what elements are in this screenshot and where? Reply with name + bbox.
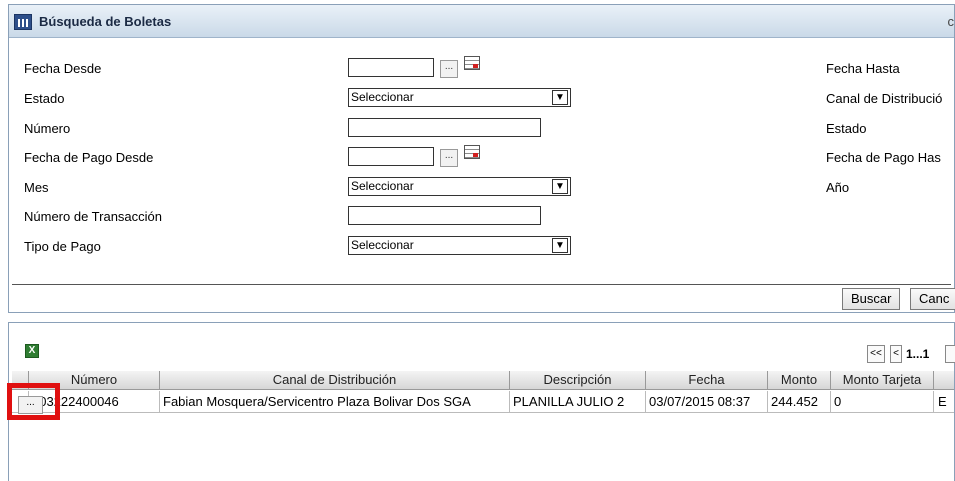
highlight-box — [7, 383, 60, 420]
label-canal-distribucion: Canal de Distribució — [826, 91, 943, 106]
chevron-down-icon[interactable]: ▼ — [552, 90, 568, 105]
label-tipo-pago: Tipo de Pago — [24, 239, 101, 254]
results-panel: X << < 1...1 Número Canal de Distribució… — [8, 322, 955, 481]
label-fecha-desde: Fecha Desde — [24, 61, 102, 76]
numero-input[interactable] — [348, 118, 541, 137]
next-page-button[interactable] — [945, 345, 955, 363]
buscar-button[interactable]: Buscar — [842, 288, 901, 310]
column-header-monto-tarjeta[interactable]: Monto Tarjeta — [831, 371, 934, 390]
panel-titlebar: Búsqueda de Boletas c — [9, 5, 954, 38]
label-estado: Estado — [24, 91, 65, 106]
mes-select[interactable]: Seleccionar ▼ — [348, 177, 571, 196]
chevron-down-icon[interactable]: ▼ — [552, 179, 568, 194]
label-fecha-pago-desde: Fecha de Pago Desde — [24, 150, 154, 165]
page-indicator: 1...1 — [906, 347, 930, 361]
label-estado-right: Estado — [826, 121, 867, 136]
label-fecha-pago-hasta: Fecha de Pago Has — [826, 150, 941, 165]
label-fecha-hasta: Fecha Hasta — [826, 61, 900, 76]
table-cell-fecha: 03/07/2015 08:37 — [646, 391, 768, 413]
label-numero: Número — [24, 121, 71, 136]
tipo-pago-select-value: Seleccionar — [351, 238, 414, 252]
label-numero-transaccion: Número de Transacción — [24, 209, 163, 224]
mes-select-value: Seleccionar — [351, 179, 414, 193]
table-cell-monto-tarjeta: 0 — [831, 391, 934, 413]
prev-page-button[interactable]: < — [890, 345, 902, 363]
table-cell-monto: 244.452 — [768, 391, 831, 413]
column-header-canal[interactable]: Canal de Distribución — [160, 371, 510, 390]
estado-select[interactable]: Seleccionar ▼ — [348, 88, 571, 107]
label-mes: Mes — [24, 180, 49, 195]
cancelar-button[interactable]: Canc — [910, 288, 955, 310]
numero-transaccion-input[interactable] — [348, 206, 541, 225]
table-cell-descripcion: PLANILLA JULIO 2 — [510, 391, 646, 413]
fecha-pago-desde-calendar-icon[interactable] — [464, 145, 480, 159]
table-cell-canal: Fabian Mosquera/Servicentro Plaza Boliva… — [160, 391, 510, 413]
column-header-descripcion[interactable]: Descripción — [510, 371, 646, 390]
column-header-fecha[interactable]: Fecha — [646, 371, 768, 390]
tipo-pago-select[interactable]: Seleccionar ▼ — [348, 236, 571, 255]
excel-export-icon[interactable]: X — [25, 344, 39, 358]
fecha-desde-calendar-icon[interactable] — [464, 56, 480, 70]
table-cell-extra: E — [934, 391, 954, 413]
column-header-monto[interactable]: Monto — [768, 371, 831, 390]
column-header-extra[interactable] — [934, 371, 954, 390]
panel-title: Búsqueda de Boletas — [39, 14, 172, 29]
label-anio: Año — [826, 180, 850, 195]
form-divider — [12, 284, 951, 285]
first-page-button[interactable]: << — [867, 345, 885, 363]
fecha-pago-desde-input[interactable] — [348, 147, 434, 166]
panel-title-right: c — [947, 14, 955, 29]
bank-icon — [14, 14, 32, 30]
fecha-desde-dots-button[interactable]: ... — [440, 60, 458, 78]
fecha-pago-desde-dots-button[interactable]: ... — [440, 149, 458, 167]
fecha-desde-input[interactable] — [348, 58, 434, 77]
chevron-down-icon[interactable]: ▼ — [552, 238, 568, 253]
estado-select-value: Seleccionar — [351, 90, 414, 104]
